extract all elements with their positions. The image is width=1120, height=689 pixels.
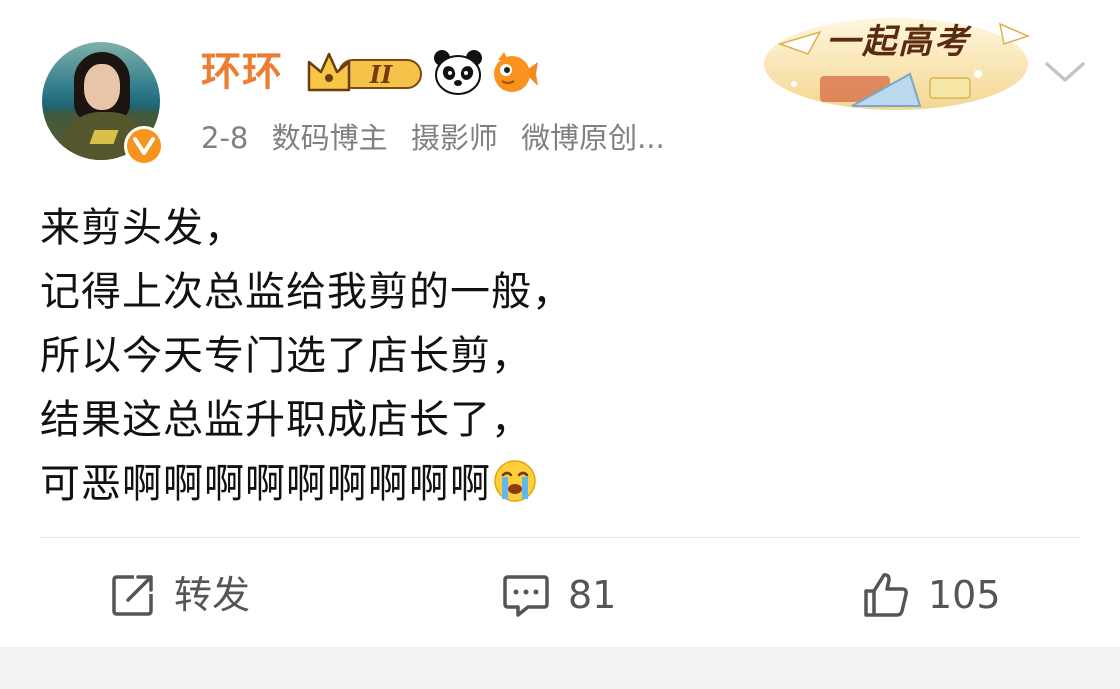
content-line: 可恶啊啊啊啊啊啊啊啊啊 — [40, 461, 491, 507]
post-date[interactable]: 2-8 — [201, 121, 248, 155]
content-line: 来剪头发， — [40, 205, 245, 251]
like-button[interactable]: 105 — [862, 570, 1001, 620]
fish-emoji — [494, 52, 538, 92]
repost-label: 转发 — [174, 573, 251, 617]
repost-icon — [112, 575, 153, 616]
like-count: 105 — [928, 573, 1001, 617]
chevron-down-icon[interactable] — [1043, 58, 1087, 86]
repost-button[interactable]: 转发 — [110, 570, 250, 620]
comment-button[interactable]: 81 — [502, 570, 616, 620]
comment-icon — [503, 575, 549, 617]
username[interactable]: 环环 — [201, 48, 283, 96]
feed-separator — [0, 647, 1120, 689]
comment-count: 81 — [568, 573, 617, 617]
author-tag-2: 摄影师 — [410, 121, 498, 155]
content-line-last: 可恶啊啊啊啊啊啊啊啊啊 — [40, 452, 1080, 516]
crown-level-badge[interactable]: II — [305, 50, 425, 96]
banner-title: 一起高考 — [826, 22, 970, 62]
verified-v-icon — [124, 126, 164, 166]
content-line: 所以今天专门选了店长剪， — [40, 333, 532, 379]
post-content: 来剪头发， 记得上次总监给我剪的一般， 所以今天专门选了店长剪， 结果这总监升职… — [40, 196, 1080, 516]
crying-face-emoji — [494, 460, 536, 502]
post-meta: 2-8 数码博主 摄影师 微博原创... — [201, 118, 679, 158]
weibo-post-card: 环环 II 2-8 数码博主 摄影师 微博原创... 一起高考 来剪头发， 记得… — [0, 0, 1120, 647]
crown-level-text: II — [369, 60, 393, 89]
thumbs-up-icon — [864, 573, 908, 617]
content-line: 记得上次总监给我剪的一般， — [40, 269, 573, 315]
panda-emoji — [434, 50, 482, 95]
divider — [40, 537, 1080, 538]
author-tag-1: 数码博主 — [271, 121, 388, 155]
author-tag-3: 微博原创... — [521, 121, 665, 155]
content-line: 结果这总监升职成店长了， — [40, 397, 532, 443]
